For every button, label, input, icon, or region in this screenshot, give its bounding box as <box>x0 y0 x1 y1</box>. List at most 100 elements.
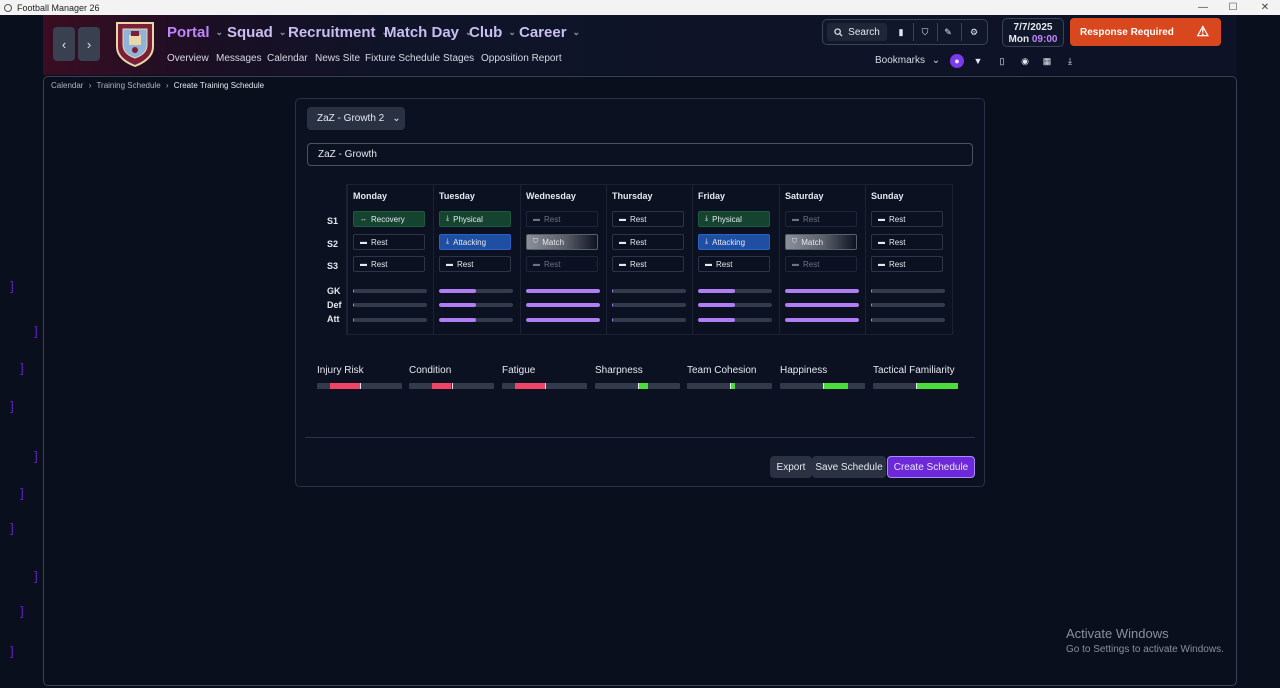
breadcrumb-separator-icon: › <box>165 81 169 90</box>
breadcrumb-item[interactable]: Training Schedule <box>96 81 160 90</box>
bookmarks-dropdown[interactable]: Bookmarks ⌄ <box>875 55 940 66</box>
subnav-news-site[interactable]: News Site <box>315 53 360 64</box>
session-chip[interactable]: ▬ Rest <box>785 211 857 227</box>
metric-bar <box>502 383 587 389</box>
session-chip[interactable]: ▬ Rest <box>353 256 425 272</box>
session-chip[interactable]: ▬ Rest <box>353 234 425 250</box>
nav-match-day[interactable]: Match Day ⌄ <box>384 22 473 42</box>
create-schedule-button[interactable]: Create Schedule <box>887 456 975 478</box>
nav-portal[interactable]: Portal ⌄ <box>167 22 223 42</box>
session-chip[interactable]: ⤓ Attacking <box>439 234 511 250</box>
time-value: 09:00 <box>1031 34 1058 45</box>
close-window-button[interactable]: ✕ <box>1250 0 1280 15</box>
session-chip[interactable]: ↔ Recovery <box>353 211 425 227</box>
back-button[interactable]: ‹ <box>53 27 75 61</box>
load-bar-fill <box>871 318 873 322</box>
session-chip[interactable]: ▬ Rest <box>612 234 684 250</box>
day-header: Monday <box>353 191 388 201</box>
load-bar <box>871 289 945 293</box>
session-chip[interactable]: ⤓ Attacking <box>698 234 770 250</box>
game-date[interactable]: 7/7/2025 Mon 09:00 <box>1002 18 1064 47</box>
preset-value: ZaZ - Growth 2 <box>317 113 385 124</box>
pencil-icon[interactable]: ✎ <box>938 23 958 41</box>
maximize-button[interactable]: ☐ <box>1218 0 1248 15</box>
load-label-gk: GK <box>327 286 341 296</box>
response-required-button[interactable]: Response Required ⚠ <box>1070 18 1221 46</box>
save-schedule-button[interactable]: Save Schedule <box>812 456 886 478</box>
breadcrumb: Calendar › Training Schedule › Create Tr… <box>51 81 264 90</box>
notebook-icon[interactable]: ▮ <box>891 23 911 41</box>
minimize-button[interactable]: — <box>1188 0 1218 15</box>
export-button[interactable]: Export <box>770 456 812 478</box>
session-label-text: Rest <box>544 259 561 269</box>
attacking-icon: ⤓ <box>446 238 450 245</box>
watermark-title: Activate Windows <box>1066 626 1169 641</box>
watermark-subtitle: Go to Settings to activate Windows. <box>1066 644 1224 655</box>
session-label-text: Rest <box>803 259 820 269</box>
window-title: Football Manager 26 <box>17 2 100 13</box>
preset-dropdown[interactable]: ZaZ - Growth 2 ⌄ <box>307 107 405 130</box>
load-bar <box>526 318 600 322</box>
session-chip[interactable]: ▬ Rest <box>698 256 770 272</box>
nav-squad[interactable]: Squad ⌄ <box>227 22 286 42</box>
download-icon[interactable]: ⤓ <box>1063 54 1077 68</box>
session-label-text: Rest <box>630 259 647 269</box>
session-chip[interactable]: ▬ Rest <box>612 256 684 272</box>
metric-bar <box>409 383 494 389</box>
load-bar-fill <box>871 303 873 307</box>
session-chip[interactable]: ⤓ Physical <box>698 211 770 227</box>
metric-bar-fill <box>822 383 848 389</box>
nav-club[interactable]: Club ⌄ <box>469 22 516 42</box>
load-bar <box>353 318 427 322</box>
chevron-down-icon: ⌄ <box>392 113 401 124</box>
session-chip[interactable]: ⛉ Match <box>785 234 857 250</box>
chevron-down-icon: ⌄ <box>508 26 516 37</box>
chat-bubble-icon[interactable]: ● <box>950 54 964 68</box>
session-label-text: Attacking <box>712 237 746 247</box>
attacking-icon: ⤓ <box>705 238 709 245</box>
load-bar <box>526 289 600 293</box>
session-chip[interactable]: ▬ Rest <box>871 234 943 250</box>
decor-bracket-icon: ] <box>18 487 26 502</box>
bed-icon: ▬ <box>533 260 540 268</box>
session-chip[interactable]: ▬ Rest <box>439 256 511 272</box>
session-chip[interactable]: ⤓ Physical <box>439 211 511 227</box>
scout-icon[interactable]: ◉ <box>1018 54 1032 68</box>
metric-baseline-marker <box>451 383 453 389</box>
session-chip[interactable]: ▬ Rest <box>526 256 598 272</box>
subnav-fixture-schedule[interactable]: Fixture Schedule <box>365 53 440 64</box>
metric-baseline-marker <box>729 383 731 389</box>
nav-career[interactable]: Career ⌄ <box>519 22 580 42</box>
gear-icon[interactable]: ⚙ <box>964 23 984 41</box>
nav-recruitment[interactable]: Recruitment ⌄ <box>288 22 389 42</box>
session-chip[interactable]: ▬ Rest <box>785 256 857 272</box>
calendar-icon[interactable]: ▦ <box>1040 54 1054 68</box>
forward-button[interactable]: › <box>78 27 100 61</box>
subnav-overview[interactable]: Overview <box>167 53 209 64</box>
session-chip[interactable]: ▬ Rest <box>612 211 684 227</box>
breadcrumb-item[interactable]: Calendar <box>51 81 83 90</box>
subnav-stages[interactable]: Stages <box>443 53 474 64</box>
bed-icon: ▬ <box>792 215 799 223</box>
session-chip[interactable]: ⛉ Match <box>526 234 598 250</box>
metric-baseline-marker <box>637 383 639 389</box>
session-label-text: Rest <box>457 259 474 269</box>
search-button[interactable]: Search <box>827 23 887 41</box>
app-icon <box>4 3 12 12</box>
shield-icon[interactable]: ⛉ <box>915 23 935 41</box>
subnav-opposition-report[interactable]: Opposition Report <box>481 53 562 64</box>
session-chip[interactable]: ▬ Rest <box>871 256 943 272</box>
metric-baseline-marker <box>822 383 824 389</box>
club-crest-icon[interactable] <box>115 21 155 67</box>
schedule-name-input[interactable] <box>307 143 973 166</box>
session-chip[interactable]: ▬ Rest <box>526 211 598 227</box>
subnav-messages[interactable]: Messages <box>216 53 262 64</box>
subnav-calendar[interactable]: Calendar <box>267 53 308 64</box>
shirt-icon[interactable]: ▼ <box>971 54 985 68</box>
load-bar-fill <box>785 303 859 307</box>
day-header: Saturday <box>785 191 824 201</box>
session-chip[interactable]: ▬ Rest <box>871 211 943 227</box>
date-value: 7/7/2025 <box>1013 22 1053 33</box>
clipboard-icon[interactable]: ▯ <box>995 54 1009 68</box>
nav-label: Recruitment <box>288 23 376 41</box>
